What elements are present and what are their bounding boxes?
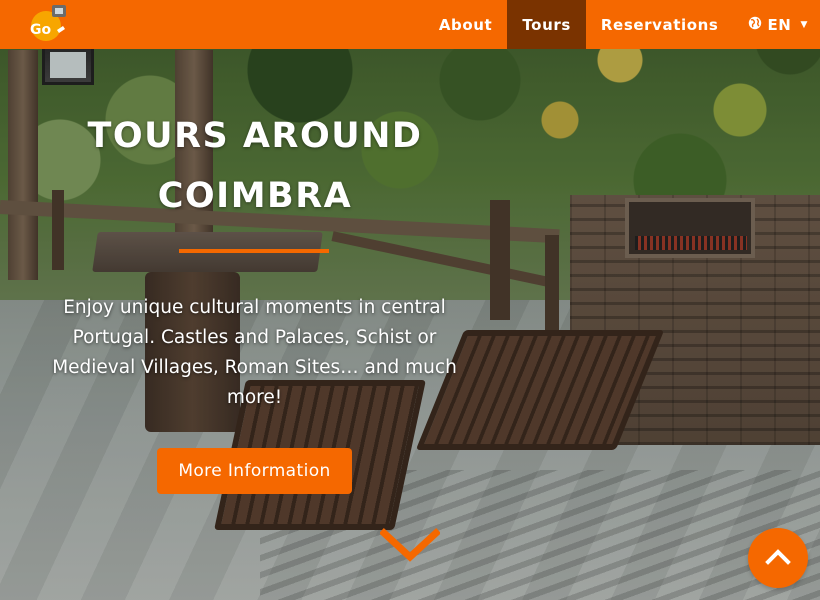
caret-down-icon: ▼ [800, 19, 808, 30]
navbar: Go About Tours Reservations EN ▼ [0, 0, 820, 49]
title-divider [179, 249, 329, 253]
go-logo-icon[interactable]: Go [24, 2, 74, 44]
hero-title: TOURS AROUND COIMBRA [40, 106, 470, 226]
globe-icon [748, 16, 762, 34]
nav-tours[interactable]: Tours [507, 0, 586, 49]
chevron-up-icon [765, 547, 791, 569]
nav-reservations[interactable]: Reservations [586, 0, 734, 49]
language-label: EN [767, 15, 792, 34]
hero-title-line2: COIMBRA [157, 176, 353, 216]
chevron-down-icon[interactable] [379, 527, 441, 567]
back-to-top-button[interactable] [748, 528, 808, 588]
nav-about[interactable]: About [424, 0, 508, 49]
language-dropdown[interactable]: EN ▼ [733, 0, 820, 49]
hero-subtitle: Enjoy unique cultural moments in central… [52, 297, 457, 408]
hero-title-line1: TOURS AROUND [87, 116, 423, 156]
svg-text:Go: Go [30, 22, 51, 38]
more-information-button[interactable]: More Information [157, 448, 352, 494]
